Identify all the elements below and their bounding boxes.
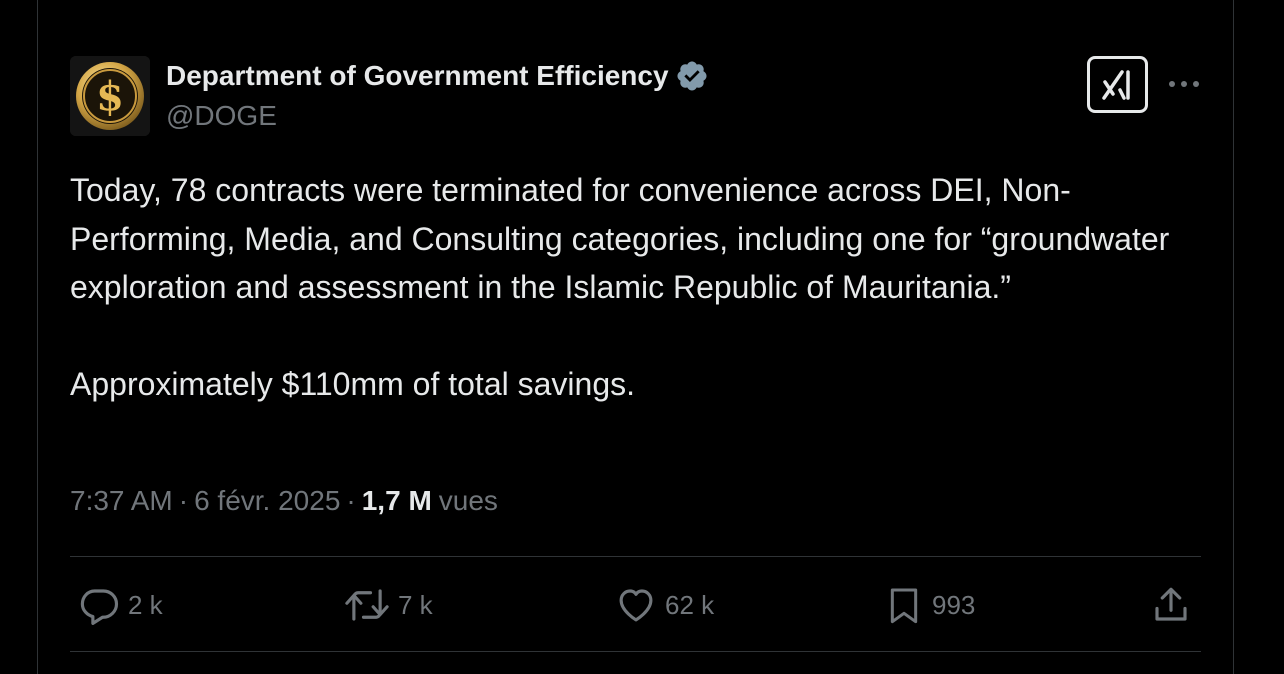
meta-separator: · xyxy=(346,485,356,516)
verified-badge-icon xyxy=(675,59,709,93)
grok-button[interactable] xyxy=(1087,56,1148,113)
bookmark-button[interactable]: 993 xyxy=(884,582,975,628)
heart-icon xyxy=(619,589,653,622)
reply-icon xyxy=(80,589,119,625)
grok-icon xyxy=(1101,69,1130,100)
retweet-icon xyxy=(345,589,389,621)
retweet-button[interactable]: 7 k xyxy=(344,582,433,628)
svg-text:$: $ xyxy=(96,73,124,120)
author-name-row[interactable]: Department of Government Efficiency xyxy=(166,58,709,94)
meta-separator: · xyxy=(178,485,189,516)
gold-dollar-coin-icon: $ xyxy=(70,56,150,136)
like-button[interactable]: 62 k xyxy=(615,582,714,628)
avatar[interactable]: $ xyxy=(70,56,150,136)
more-options-button[interactable] xyxy=(1166,68,1202,100)
tweet-paragraph: Today, 78 contracts were terminated for … xyxy=(70,172,1170,305)
reply-count: 2 k xyxy=(128,589,163,620)
bookmark-icon xyxy=(890,588,918,624)
tweet-text: Today, 78 contracts were terminated for … xyxy=(70,166,1200,408)
divider xyxy=(70,651,1201,652)
like-count: 62 k xyxy=(665,589,715,620)
retweet-count: 7 k xyxy=(398,589,433,620)
share-icon xyxy=(1155,587,1187,621)
views-label[interactable]: vues xyxy=(439,485,498,517)
share-button[interactable] xyxy=(1150,582,1192,628)
divider xyxy=(70,556,1201,557)
reply-button[interactable]: 2 k xyxy=(78,582,163,628)
more-horizontal-icon xyxy=(1169,81,1199,87)
tweet-time[interactable]: 7:37 AM xyxy=(70,485,173,517)
author-handle[interactable]: @DOGE xyxy=(166,100,277,132)
views-count[interactable]: 1,7 M xyxy=(362,485,432,517)
tweet-meta: 7:37 AM · 6 févr. 2025 · 1,7 M vues xyxy=(70,485,498,517)
tweet-date[interactable]: 6 févr. 2025 xyxy=(194,485,340,517)
author-display-name[interactable]: Department of Government Efficiency xyxy=(166,60,669,92)
bookmark-count: 993 xyxy=(932,589,976,620)
tweet-paragraph: Approximately $110mm of total savings. xyxy=(70,365,635,402)
